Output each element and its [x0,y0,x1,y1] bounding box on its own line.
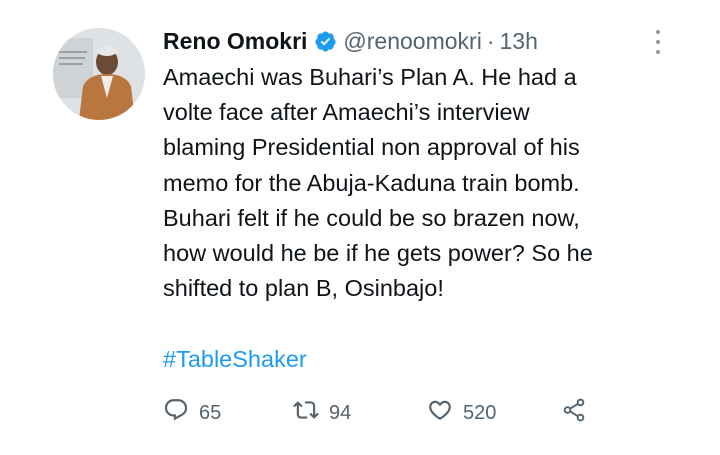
tweet-header: Reno Omokri @renoomokri · 13h [163,24,538,58]
reply-icon [163,397,189,429]
avatar-photo [53,28,145,120]
tweet-actions: 65 94 520 [163,395,603,431]
author-name[interactable]: Reno Omokri [163,28,307,55]
share-button[interactable] [561,395,587,431]
timestamp[interactable]: 13h [500,28,538,55]
like-count: 520 [463,401,497,424]
verified-badge-icon [314,30,337,53]
tweet-text-line: blaming Presidential non approval of his [163,134,580,161]
tweet-card[interactable]: Reno Omokri @renoomokri · 13h Amaechi wa… [0,0,720,455]
tweet-text-line: volte face after Amaechi’s interview [163,99,530,126]
heart-icon [427,397,453,429]
more-dot [656,40,660,44]
retweet-button[interactable]: 94 [293,395,351,431]
tweet-text-line: Buhari felt if he could be so brazen now… [163,204,580,231]
more-dot [656,50,660,54]
retweet-count: 94 [329,401,352,424]
more-dot [656,30,660,34]
more-options-icon[interactable] [650,28,666,56]
avatar[interactable] [53,28,145,120]
tweet-text-line: memo for the Abuja-Kaduna train bomb. [163,169,580,196]
hashtag-link[interactable]: #TableShaker [163,346,307,373]
like-button[interactable]: 520 [427,395,496,431]
author-handle[interactable]: @renoomokri [343,28,481,55]
share-icon [561,397,587,429]
reply-count: 65 [199,401,222,424]
tweet-text-line: how would he be if he gets power? So he [163,240,593,267]
dot-separator: · [486,27,495,54]
tweet-text-line: Amaechi was Buhari’s Plan A. He had a [163,64,577,90]
reply-button[interactable]: 65 [163,395,221,431]
tweet-text-line: shifted to plan B, Osinbajo! [163,275,444,302]
retweet-icon [293,397,319,429]
tweet-text: Amaechi was Buhari’s Plan A. He had a vo… [163,60,663,306]
